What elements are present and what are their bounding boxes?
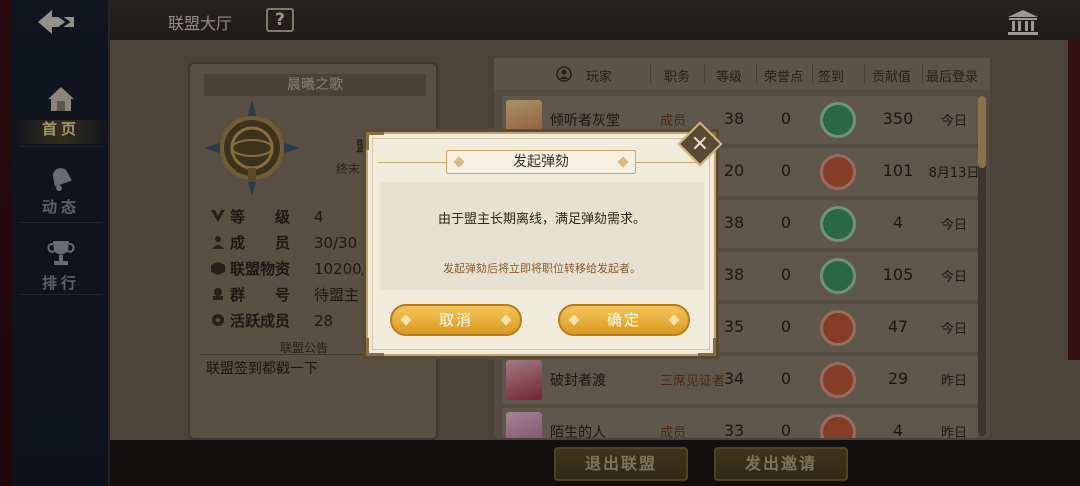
confirm-button[interactable]: 确定 (558, 304, 690, 336)
dialog-note: 发起弹劾后将立即将职位转移给发起者。 (443, 262, 641, 275)
cancel-button[interactable]: 取消 (390, 304, 522, 336)
dialog-title: 发起弹劾 (446, 150, 636, 174)
dialog-message: 由于盟主长期离线，满足弹劾需求。 (437, 212, 646, 227)
close-glyph: × (690, 131, 710, 156)
corner-ornament (698, 338, 716, 356)
dialog-body: 由于盟主长期离线，满足弹劾需求。 发起弹劾后将立即将职位转移给发起者。 (380, 182, 704, 290)
corner-ornament (366, 132, 384, 150)
impeach-dialog: 发起弹劾 由于盟主长期离线，满足弹劾需求。 发起弹劾后将立即将职位转移给发起者。… (366, 132, 716, 356)
corner-ornament (366, 338, 384, 356)
